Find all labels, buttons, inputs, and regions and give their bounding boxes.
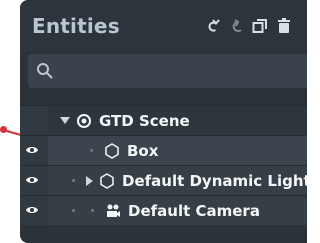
tree-row-default-camera[interactable]: Default Camera <box>20 195 307 225</box>
tree-label: GTD Scene <box>99 111 190 130</box>
delete-icon[interactable] <box>276 18 292 34</box>
hexagon-icon <box>104 142 120 159</box>
expanded-arrow-icon[interactable] <box>60 117 70 124</box>
tree-row-default-dynamic-light[interactable]: Default Dynamic Light <box>20 165 307 195</box>
tree-row-box[interactable]: Box <box>20 135 307 165</box>
camera-icon <box>105 203 121 219</box>
tree-guide-dot <box>90 149 93 152</box>
search-input[interactable] <box>62 61 296 83</box>
visibility-eye-icon[interactable] <box>25 145 39 155</box>
collapsed-arrow-icon[interactable] <box>86 175 93 186</box>
entity-tree: GTD Scene Box Default Dynamic Light Defa… <box>20 105 307 225</box>
tree-row-scene[interactable]: GTD Scene <box>20 105 307 135</box>
visibility-eye-icon[interactable] <box>25 175 39 185</box>
pointer-dot <box>0 126 7 133</box>
tree-guide-dot <box>72 209 75 212</box>
visibility-eye-icon[interactable] <box>25 205 39 215</box>
entities-panel: Entities GTD Scene Box Default Dynamic L… <box>20 0 307 243</box>
tree-label: Default Dynamic Light <box>122 171 307 190</box>
tree-row-content: Default Camera <box>72 196 260 225</box>
undo-icon[interactable] <box>204 18 220 34</box>
search-field[interactable] <box>28 54 307 88</box>
tree-label: Default Camera <box>128 201 260 220</box>
scene-target-icon <box>76 113 92 129</box>
visibility-column <box>20 196 48 225</box>
duplicate-icon[interactable] <box>252 18 268 34</box>
panel-title: Entities <box>32 14 120 38</box>
tree-row-content: Default Dynamic Light <box>72 166 307 195</box>
tree-guide-dot <box>91 209 94 212</box>
redo-icon[interactable] <box>228 18 244 34</box>
hexagon-icon <box>99 172 115 189</box>
panel-header: Entities <box>20 0 307 52</box>
tree-guide-dot <box>72 179 75 182</box>
visibility-column <box>20 136 48 165</box>
tree-row-content: GTD Scene <box>60 106 190 135</box>
tree-label: Box <box>127 141 159 160</box>
visibility-column <box>20 166 48 195</box>
search-icon <box>37 63 53 79</box>
visibility-column <box>20 106 48 135</box>
tree-row-content: Box <box>90 136 158 165</box>
